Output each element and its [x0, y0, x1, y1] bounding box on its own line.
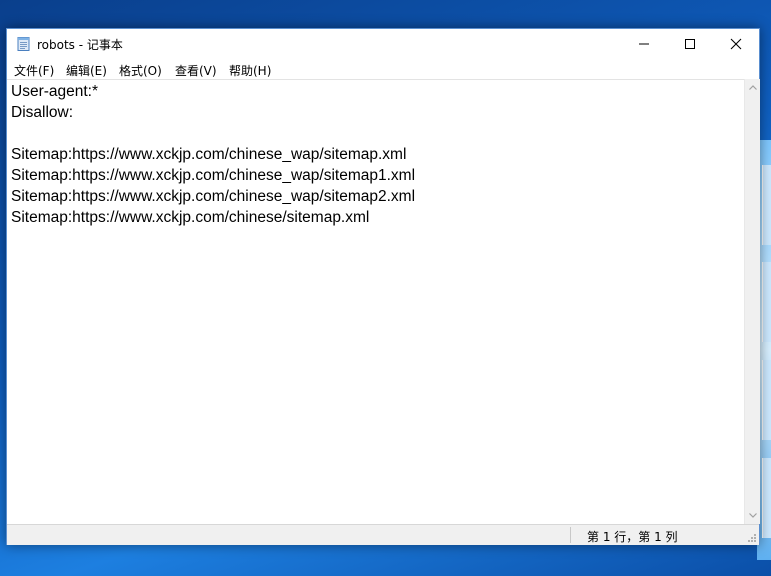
menu-bar: 文件(F) 编辑(E) 格式(O) 查看(V) 帮助(H)	[7, 59, 759, 79]
menu-help[interactable]: 帮助(H)	[229, 62, 271, 79]
desktop-window-edge	[762, 165, 771, 245]
desktop-window-edge	[762, 262, 771, 342]
text-line: Sitemap:https://www.xckjp.com/chinese_wa…	[11, 146, 407, 163]
status-divider	[570, 527, 571, 543]
notepad-icon[interactable]	[16, 36, 32, 52]
title-bar[interactable]: robots - 记事本	[7, 29, 759, 59]
menu-file[interactable]: 文件(F)	[14, 62, 54, 79]
menu-format[interactable]: 格式(O)	[119, 62, 162, 79]
text-line: Sitemap:https://www.xckjp.com/chinese_wa…	[11, 167, 416, 184]
scroll-up-arrow-icon[interactable]	[748, 83, 758, 93]
desktop-window-edge	[762, 360, 771, 440]
minimize-icon	[639, 43, 649, 45]
cursor-position: 第 1 行，第 1 列	[587, 530, 678, 544]
close-icon	[730, 38, 742, 50]
text-line: Sitemap:https://www.xckjp.com/chinese/si…	[11, 209, 370, 226]
close-button[interactable]	[713, 29, 759, 59]
menu-edit[interactable]: 编辑(E)	[66, 62, 107, 79]
minimize-button[interactable]	[621, 29, 667, 59]
text-line: Disallow:	[11, 104, 74, 121]
scroll-down-arrow-icon[interactable]	[748, 510, 758, 520]
vertical-scrollbar[interactable]	[744, 79, 760, 524]
menu-view[interactable]: 查看(V)	[175, 62, 217, 79]
text-line: Sitemap:https://www.xckjp.com/chinese_wa…	[11, 188, 416, 205]
text-line	[7, 123, 744, 144]
document-text[interactable]: User-agent:* Disallow: Sitemap:https://w…	[7, 80, 744, 228]
window-title: robots - 记事本	[37, 38, 123, 52]
desktop-window-edge	[762, 458, 771, 538]
resize-grip-icon[interactable]	[747, 533, 757, 543]
status-bar: 第 1 行，第 1 列	[7, 524, 759, 545]
maximize-icon	[685, 39, 695, 49]
text-editor[interactable]: User-agent:* Disallow: Sitemap:https://w…	[7, 79, 744, 524]
notepad-window: robots - 记事本 文件(F) 编辑(E) 格式(O) 查看(V) 帮助(…	[6, 28, 760, 545]
text-line: User-agent:*	[11, 83, 99, 100]
maximize-button[interactable]	[667, 29, 713, 59]
